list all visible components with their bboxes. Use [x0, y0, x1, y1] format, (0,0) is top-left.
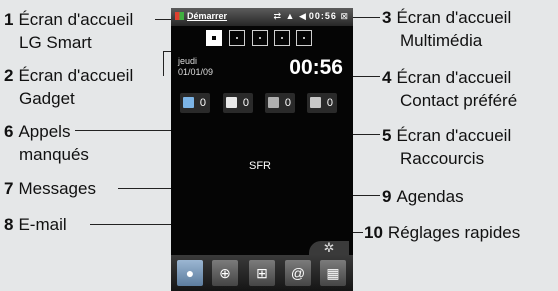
label-3-number: 3: [382, 8, 392, 27]
label-3-line2: Multimédia: [400, 31, 483, 50]
label-4-line1: Écran d'accueil: [396, 68, 512, 87]
dock: ● ⊕ ⊞ @ ▦: [171, 255, 353, 291]
close-icon[interactable]: ⊠: [340, 11, 349, 21]
label-10-number: 10: [364, 223, 383, 242]
label-9-number: 9: [382, 187, 392, 206]
label-2: 2 Écran d'accueil Gadget: [4, 64, 133, 110]
label-5-number: 5: [382, 126, 392, 145]
dock-email-button[interactable]: @: [285, 260, 311, 286]
label-10-text: Réglages rapides: [387, 223, 521, 242]
status-icons: ⇄ ▲ ◀ 00:56 ⊠: [273, 11, 349, 22]
indicator-gadget-screen[interactable]: [229, 30, 245, 46]
agenda-tile[interactable]: 0: [307, 93, 337, 113]
label-1: 1 Écran d'accueil LG Smart: [4, 8, 133, 54]
label-10: 10 Réglages rapides: [364, 221, 520, 244]
label-6-line1: Appels: [18, 122, 71, 141]
indicator-contact-screen[interactable]: [274, 30, 290, 46]
connectivity-icon: ⇄: [273, 11, 283, 21]
status-time: 00:56: [308, 11, 337, 21]
label-5: 5 Écran d'accueil Raccourcis: [382, 124, 511, 170]
label-7-number: 7: [4, 179, 14, 198]
label-4: 4 Écran d'accueil Contact préféré: [382, 66, 517, 112]
label-6: 6 Appels manqués: [4, 120, 89, 166]
label-9: 9 Agendas: [382, 185, 464, 208]
leader-line-4: [350, 76, 380, 77]
gear-icon: ✲: [323, 240, 335, 255]
label-8-number: 8: [4, 215, 14, 234]
envelope-icon: [226, 97, 237, 108]
calendar-icon: [310, 97, 321, 108]
windows-icon: [175, 12, 184, 20]
clock: 00:56: [289, 56, 343, 79]
label-8-text: E-mail: [18, 215, 67, 234]
label-1-number: 1: [4, 10, 14, 29]
dock-contacts-button[interactable]: ●: [177, 260, 203, 286]
date-day: jeudi: [178, 56, 198, 66]
label-7-text: Messages: [18, 179, 96, 198]
leader-line-2: [163, 51, 164, 76]
label-5-line2: Raccourcis: [400, 149, 485, 168]
label-5-line1: Écran d'accueil: [396, 126, 512, 145]
date-value: 01/01/09: [178, 67, 214, 77]
indicator-multimedia-screen[interactable]: [252, 30, 268, 46]
start-label: Démarrer: [187, 11, 228, 21]
dock-menu-button[interactable]: ▦: [320, 260, 346, 286]
label-6-line2: manqués: [19, 145, 89, 164]
grid-icon: ▦: [326, 265, 340, 281]
phone-icon: [183, 97, 194, 108]
label-6-number: 6: [4, 122, 14, 141]
globe-icon: ⊕: [219, 265, 231, 281]
agenda-count: 0: [326, 97, 333, 109]
missed-calls-count: 0: [199, 97, 206, 109]
operator-name: SFR: [249, 160, 271, 172]
indicator-smart-screen[interactable]: [206, 30, 222, 46]
windows-icon: ⊞: [256, 265, 268, 281]
signal-icon: ▲: [285, 11, 296, 21]
label-2-line1: Écran d'accueil: [18, 66, 134, 85]
quick-settings-tab[interactable]: ✲: [309, 241, 349, 255]
status-bar: Démarrer ⇄ ▲ ◀ 00:56 ⊠: [171, 8, 353, 26]
missed-calls-tile[interactable]: 0: [180, 93, 210, 113]
at-icon: @: [290, 265, 306, 281]
email-count: 0: [284, 97, 291, 109]
email-icon: [268, 97, 279, 108]
dock-windows-button[interactable]: ⊞: [249, 260, 275, 286]
label-3-line1: Écran d'accueil: [396, 8, 512, 27]
messages-count: 0: [242, 97, 249, 109]
person-icon: ●: [185, 265, 195, 281]
label-7: 7 Messages: [4, 177, 96, 200]
label-2-line2: Gadget: [19, 89, 75, 108]
messages-tile[interactable]: 0: [223, 93, 253, 113]
label-4-line2: Contact préféré: [400, 91, 518, 110]
volume-icon: ◀: [298, 11, 307, 21]
label-9-text: Agendas: [396, 187, 464, 206]
dock-browser-button[interactable]: ⊕: [212, 260, 238, 286]
label-1-line2: LG Smart: [19, 33, 92, 52]
label-1-line1: Écran d'accueil: [18, 10, 134, 29]
indicator-shortcuts-screen[interactable]: [296, 30, 312, 46]
label-2-number: 2: [4, 66, 14, 85]
label-3: 3 Écran d'accueil Multimédia: [382, 6, 511, 52]
email-tile[interactable]: 0: [265, 93, 295, 113]
label-8: 8 E-mail: [4, 213, 67, 236]
start-menu[interactable]: Démarrer: [175, 11, 227, 21]
phone-screen: Démarrer ⇄ ▲ ◀ 00:56 ⊠ jeudi 01/01/09 00:…: [171, 8, 353, 291]
label-4-number: 4: [382, 68, 392, 87]
